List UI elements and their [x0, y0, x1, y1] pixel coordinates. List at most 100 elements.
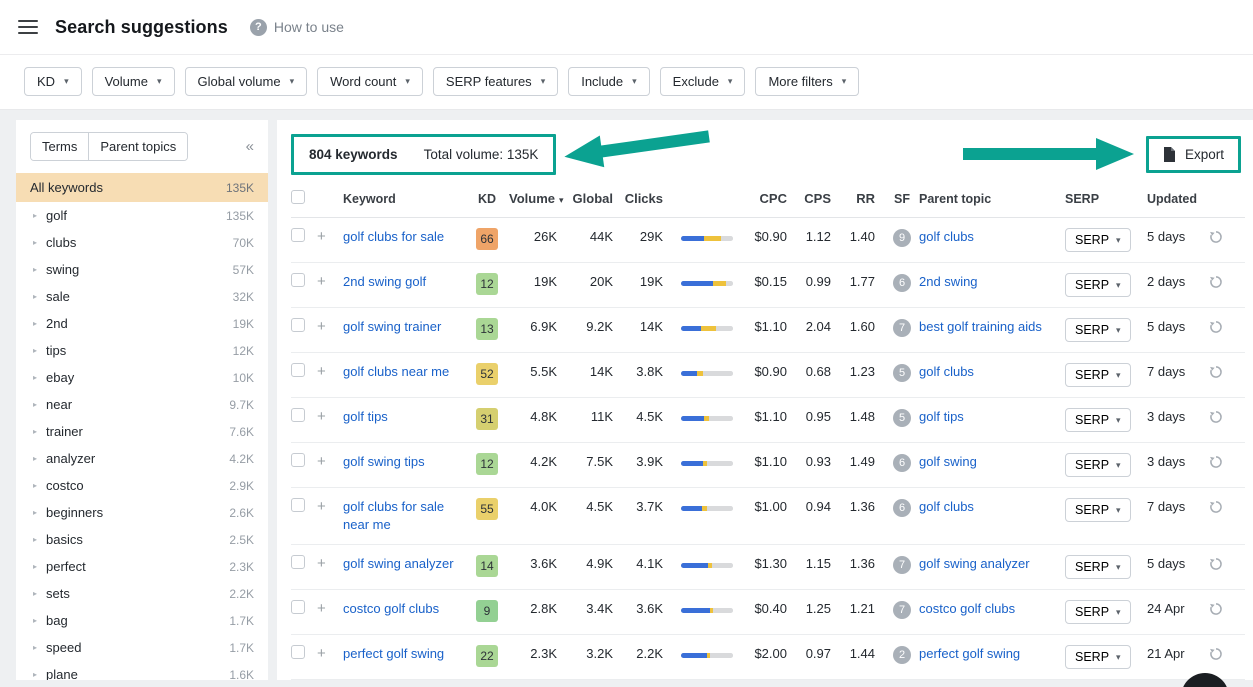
- sidebar-term-analyzer[interactable]: ▸ analyzer 4.2K: [16, 445, 268, 472]
- serp-dropdown[interactable]: SERP ▾: [1065, 498, 1131, 522]
- row-checkbox[interactable]: [291, 600, 305, 614]
- parent-topic-link[interactable]: golf tips: [919, 408, 964, 426]
- row-checkbox[interactable]: [291, 363, 305, 377]
- how-to-use-link[interactable]: ? How to use: [249, 18, 344, 36]
- sidebar-term-ebay[interactable]: ▸ ebay 10K: [16, 364, 268, 391]
- sidebar-item-all-keywords[interactable]: All keywords 135K: [16, 173, 268, 202]
- filter-volume[interactable]: Volume ▾: [91, 67, 175, 96]
- serp-dropdown[interactable]: SERP ▾: [1065, 645, 1131, 669]
- add-to-list-button[interactable]: +: [317, 453, 343, 471]
- add-to-list-button[interactable]: +: [317, 498, 343, 516]
- parent-topic-link[interactable]: golf clubs: [919, 498, 974, 516]
- serp-dropdown[interactable]: SERP ▾: [1065, 273, 1131, 297]
- refresh-icon[interactable]: [1209, 555, 1233, 576]
- sidebar-term-plane[interactable]: ▸ plane 1.6K: [16, 661, 268, 680]
- collapse-sidebar-icon[interactable]: «: [246, 138, 254, 155]
- filter-kd[interactable]: KD ▾: [24, 67, 82, 96]
- row-checkbox[interactable]: [291, 453, 305, 467]
- keyword-link[interactable]: golf swing analyzer: [343, 555, 454, 573]
- serp-dropdown[interactable]: SERP ▾: [1065, 408, 1131, 432]
- keyword-link[interactable]: golf clubs near me: [343, 363, 449, 381]
- filter-serp-features[interactable]: SERP features ▾: [432, 67, 559, 96]
- column-rr[interactable]: RR: [841, 191, 885, 206]
- filter-include[interactable]: Include ▾: [568, 67, 650, 96]
- refresh-icon[interactable]: [1209, 645, 1233, 666]
- sidebar-term-costco[interactable]: ▸ costco 2.9K: [16, 472, 268, 499]
- filter-global-volume[interactable]: Global volume ▾: [184, 67, 308, 96]
- keyword-link[interactable]: golf swing tips: [343, 453, 425, 471]
- row-checkbox[interactable]: [291, 408, 305, 422]
- sidebar-term-speed[interactable]: ▸ speed 1.7K: [16, 634, 268, 661]
- sidebar-term-sale[interactable]: ▸ sale 32K: [16, 283, 268, 310]
- parent-topic-link[interactable]: golf clubs: [919, 363, 974, 381]
- parent-topic-link[interactable]: 2nd swing: [919, 273, 978, 291]
- serp-dropdown[interactable]: SERP ▾: [1065, 600, 1131, 624]
- serp-dropdown[interactable]: SERP ▾: [1065, 363, 1131, 387]
- keyword-link[interactable]: 2nd swing golf: [343, 273, 426, 291]
- add-to-list-button[interactable]: +: [317, 318, 343, 336]
- filter-more-filters[interactable]: More filters ▾: [755, 67, 860, 96]
- add-to-list-button[interactable]: +: [317, 645, 343, 663]
- column-global[interactable]: Global: [567, 191, 623, 206]
- add-to-list-button[interactable]: +: [317, 555, 343, 573]
- serp-dropdown[interactable]: SERP ▾: [1065, 555, 1131, 579]
- sidebar-term-clubs[interactable]: ▸ clubs 70K: [16, 229, 268, 256]
- add-to-list-button[interactable]: +: [317, 600, 343, 618]
- keyword-link[interactable]: golf swing trainer: [343, 318, 441, 336]
- filter-exclude[interactable]: Exclude ▾: [659, 67, 746, 96]
- parent-topic-link[interactable]: golf swing: [919, 453, 977, 471]
- add-to-list-button[interactable]: +: [317, 363, 343, 381]
- refresh-icon[interactable]: [1209, 228, 1233, 249]
- serp-dropdown[interactable]: SERP ▾: [1065, 318, 1131, 342]
- add-to-list-button[interactable]: +: [317, 408, 343, 426]
- refresh-icon[interactable]: [1209, 363, 1233, 384]
- parent-topic-link[interactable]: best golf training aids: [919, 318, 1042, 336]
- serp-dropdown[interactable]: SERP ▾: [1065, 453, 1131, 477]
- tab-terms[interactable]: Terms: [31, 133, 89, 160]
- refresh-icon[interactable]: [1209, 498, 1233, 519]
- row-checkbox[interactable]: [291, 228, 305, 242]
- column-cps[interactable]: CPS: [797, 191, 841, 206]
- row-checkbox[interactable]: [291, 273, 305, 287]
- column-serp[interactable]: SERP: [1065, 192, 1147, 206]
- sidebar-term-sets[interactable]: ▸ sets 2.2K: [16, 580, 268, 607]
- add-to-list-button[interactable]: +: [317, 273, 343, 291]
- parent-topic-link[interactable]: perfect golf swing: [919, 645, 1020, 663]
- export-button[interactable]: Export: [1148, 138, 1238, 170]
- row-checkbox[interactable]: [291, 645, 305, 659]
- keyword-link[interactable]: golf clubs for sale near me: [343, 498, 465, 534]
- column-volume[interactable]: Volume ▾: [509, 191, 567, 206]
- refresh-icon[interactable]: [1209, 600, 1233, 621]
- serp-dropdown[interactable]: SERP ▾: [1065, 228, 1131, 252]
- column-sf[interactable]: SF: [885, 192, 919, 206]
- sidebar-term-perfect[interactable]: ▸ perfect 2.3K: [16, 553, 268, 580]
- refresh-icon[interactable]: [1209, 453, 1233, 474]
- refresh-icon[interactable]: [1209, 318, 1233, 339]
- parent-topic-link[interactable]: golf swing analyzer: [919, 555, 1030, 573]
- sidebar-term-2nd[interactable]: ▸ 2nd 19K: [16, 310, 268, 337]
- column-updated[interactable]: Updated: [1147, 192, 1209, 206]
- sidebar-term-swing[interactable]: ▸ swing 57K: [16, 256, 268, 283]
- row-checkbox[interactable]: [291, 318, 305, 332]
- sidebar-term-tips[interactable]: ▸ tips 12K: [16, 337, 268, 364]
- parent-topic-link[interactable]: costco golf clubs: [919, 600, 1015, 618]
- sidebar-term-bag[interactable]: ▸ bag 1.7K: [16, 607, 268, 634]
- column-keyword[interactable]: Keyword: [343, 192, 465, 206]
- sidebar-term-beginners[interactable]: ▸ beginners 2.6K: [16, 499, 268, 526]
- row-checkbox[interactable]: [291, 498, 305, 512]
- keyword-link[interactable]: golf clubs for sale: [343, 228, 444, 246]
- column-kd[interactable]: KD: [465, 192, 509, 206]
- sidebar-term-trainer[interactable]: ▸ trainer 7.6K: [16, 418, 268, 445]
- add-to-list-button[interactable]: +: [317, 228, 343, 246]
- parent-topic-link[interactable]: golf clubs: [919, 228, 974, 246]
- hamburger-menu-icon[interactable]: [18, 20, 38, 34]
- sidebar-term-golf[interactable]: ▸ golf 135K: [16, 202, 268, 229]
- sidebar-term-near[interactable]: ▸ near 9.7K: [16, 391, 268, 418]
- keyword-link[interactable]: golf tips: [343, 408, 388, 426]
- column-parent-topic[interactable]: Parent topic: [919, 192, 1065, 206]
- row-checkbox[interactable]: [291, 555, 305, 569]
- keyword-link[interactable]: perfect golf swing: [343, 645, 444, 663]
- refresh-icon[interactable]: [1209, 273, 1233, 294]
- sidebar-term-basics[interactable]: ▸ basics 2.5K: [16, 526, 268, 553]
- keyword-link[interactable]: costco golf clubs: [343, 600, 439, 618]
